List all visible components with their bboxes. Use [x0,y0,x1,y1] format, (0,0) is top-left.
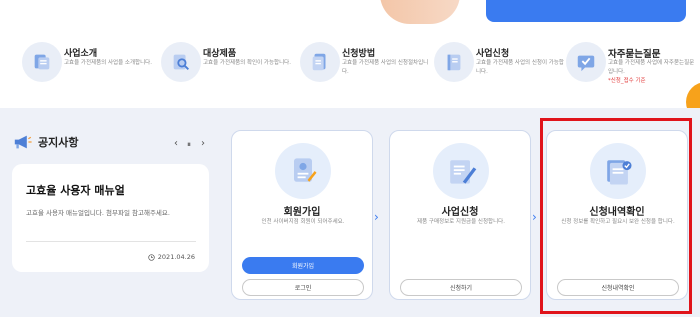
top-decoration [380,0,460,24]
top-banner-button[interactable] [486,0,686,22]
quick-item-note: *신청_접수 기준 [608,78,646,84]
notice-card-date: 2021.04.26 [148,253,195,261]
quick-item-desc: 고효율 가전제품 사업의 신청이 가능합니다. [476,60,564,75]
apply-illustration-icon [433,143,489,199]
quick-item-title: 사업신청 [476,49,510,59]
step-desc: 인천 사이버지점 회원이 되어주세요. [261,219,345,225]
login-button[interactable]: 로그인 [242,279,364,296]
quick-item-apply-method[interactable]: 신청방법 고효율 가전제품 사업의 신청절차입니다. [300,38,436,98]
notice-date-text: 2021.04.26 [157,253,195,261]
quick-item-title: 사업소개 [64,49,98,59]
divider [26,241,196,242]
step-desc: 제품 구매정보로 지원금을 신청합니다. [417,219,505,225]
quick-item-title: 신청방법 [342,49,376,59]
notice-header: 공지사항 [12,134,78,150]
chevron-right-icon: › [532,210,537,224]
step-title: 사업신청 [441,207,479,218]
product-search-icon [161,42,201,82]
chevron-right-icon: › [374,210,379,224]
quick-item-desc-text: 고효율 가전제품 사업에 자주묻는질문입니다. [608,60,695,75]
quick-item-desc: 고효율 가전제품 사업에 자주묻는질문입니다. *신청_접수 기준 [608,59,698,86]
signup-button[interactable]: 회원가입 [242,257,364,274]
clock-icon [148,253,155,261]
quick-item-faq[interactable]: 자주묻는질문 고효율 가전제품 사업에 자주묻는질문입니다. *신청_접수 기준 [566,38,700,98]
quick-item-products[interactable]: 대상제품 고효율 가전제품의 확인이 가능합니다. [161,38,297,98]
signup-illustration-icon [275,143,331,199]
notice-prev-button[interactable]: ‹ [174,138,178,149]
notice-card-desc: 고효율 사용자 매뉴얼입니다. 첨부파일 참고해주세요. [26,209,170,217]
step-card-apply: 사업신청 제품 구매정보로 지원금을 신청합니다. 신청하기 [389,130,531,300]
megaphone-icon [14,135,32,149]
notice-next-button[interactable]: › [201,138,205,149]
highlight-box [540,118,692,314]
quick-item-desc: 고효율 가전제품의 확인이 가능합니다. [203,60,291,66]
apply-button[interactable]: 신청하기 [400,279,522,296]
faq-icon [566,42,606,82]
quick-item-desc: 고효율 가전제품 사업의 신청절차입니다. [342,60,429,75]
step-card-signup: 회원가입 인천 사이버지점 회원이 되어주세요. 회원가입 로그인 [231,130,373,300]
notice-card[interactable]: 고효율 사용자 매뉴얼 고효율 사용자 매뉴얼입니다. 첨부파일 참고해주세요.… [12,164,209,272]
quick-item-apply[interactable]: 사업신청 고효율 가전제품 사업의 신청이 가능합니다. [434,38,570,98]
quick-item-title: 자주묻는질문 [608,49,661,60]
quick-item-title: 대상제품 [203,49,237,59]
step-title: 회원가입 [283,207,321,218]
notice-title: 공지사항 [38,136,79,149]
quick-menu: 사업소개 고효율 가전제품의 사업을 소개합니다. 대상제품 고효율 가전제품의… [0,38,700,102]
quick-item-desc: 고효율 가전제품의 사업을 소개합니다. [64,60,152,66]
quick-item-business-intro[interactable]: 사업소개 고효율 가전제품의 사업을 소개합니다. [22,38,158,98]
notebook-icon [434,42,474,82]
business-intro-icon [22,42,62,82]
notice-pause-button[interactable]: ⏸ [187,140,191,150]
document-icon [300,42,340,82]
notice-card-title: 고효율 사용자 매뉴얼 [26,184,125,197]
